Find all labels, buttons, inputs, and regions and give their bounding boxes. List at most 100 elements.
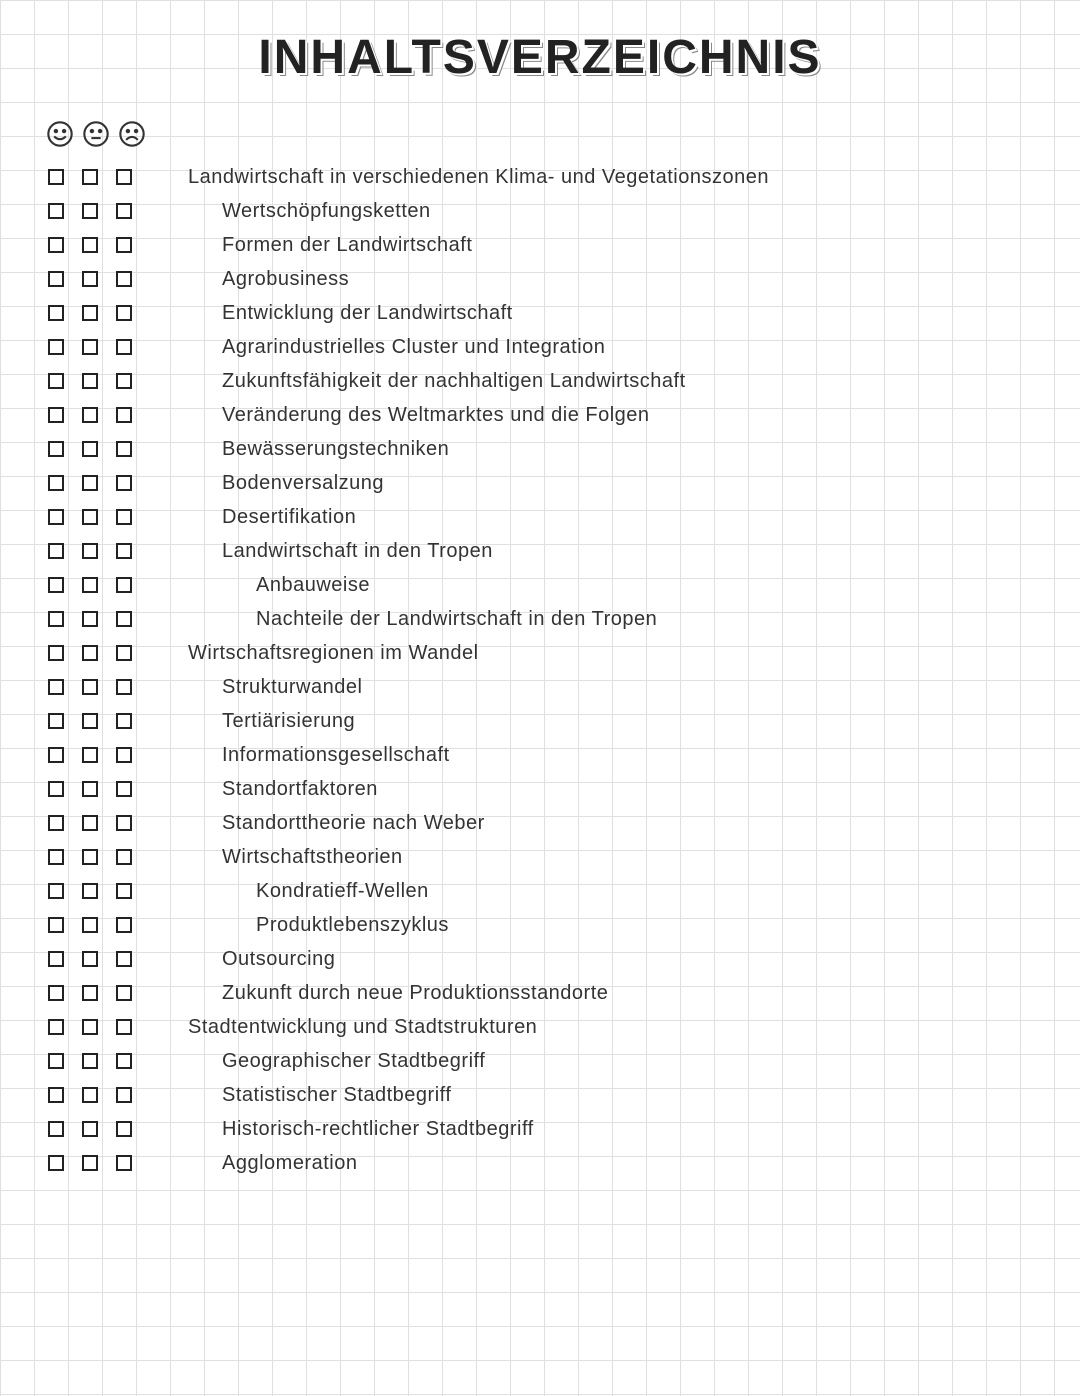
checkbox[interactable] [48,543,64,559]
checkbox[interactable] [116,407,132,423]
checkbox-group [0,1019,180,1035]
checkbox-group [0,781,180,797]
checkbox[interactable] [48,509,64,525]
checkbox[interactable] [82,917,98,933]
checkbox[interactable] [48,985,64,1001]
checkbox[interactable] [116,951,132,967]
checkbox[interactable] [116,781,132,797]
page-title: INHALTSVERZEICHNIS [0,30,1080,85]
checkbox[interactable] [116,985,132,1001]
toc-row: Standorttheorie nach Weber [0,806,1080,840]
checkbox[interactable] [116,441,132,457]
checkbox[interactable] [82,305,98,321]
checkbox[interactable] [48,1087,64,1103]
checkbox[interactable] [116,747,132,763]
checkbox[interactable] [48,951,64,967]
checkbox[interactable] [48,1155,64,1171]
checkbox[interactable] [116,849,132,865]
checkbox[interactable] [48,1121,64,1137]
checkbox[interactable] [82,883,98,899]
checkbox[interactable] [82,203,98,219]
checkbox[interactable] [82,441,98,457]
checkbox[interactable] [82,1019,98,1035]
checkbox[interactable] [82,645,98,661]
checkbox[interactable] [116,1053,132,1069]
checkbox[interactable] [82,475,98,491]
checkbox[interactable] [82,509,98,525]
checkbox[interactable] [116,169,132,185]
checkbox[interactable] [116,577,132,593]
checkbox[interactable] [82,1087,98,1103]
checkbox[interactable] [48,917,64,933]
checkbox[interactable] [82,1155,98,1171]
checkbox[interactable] [48,1019,64,1035]
checkbox[interactable] [48,237,64,253]
checkbox[interactable] [116,1019,132,1035]
checkbox[interactable] [82,951,98,967]
checkbox[interactable] [48,339,64,355]
checkbox[interactable] [116,679,132,695]
checkbox[interactable] [82,1121,98,1137]
checkbox[interactable] [48,815,64,831]
checkbox[interactable] [116,203,132,219]
checkbox[interactable] [82,1053,98,1069]
checkbox[interactable] [116,645,132,661]
checkbox[interactable] [82,339,98,355]
checkbox[interactable] [82,713,98,729]
checkbox[interactable] [116,305,132,321]
checkbox[interactable] [82,237,98,253]
toc-row: Veränderung des Weltmarktes und die Folg… [0,398,1080,432]
rating-header [46,120,146,148]
checkbox[interactable] [48,373,64,389]
checkbox[interactable] [48,611,64,627]
checkbox[interactable] [82,611,98,627]
checkbox[interactable] [116,237,132,253]
checkbox[interactable] [48,679,64,695]
checkbox[interactable] [116,475,132,491]
checkbox[interactable] [116,543,132,559]
checkbox[interactable] [82,679,98,695]
checkbox[interactable] [48,883,64,899]
checkbox[interactable] [48,441,64,457]
checkbox[interactable] [48,713,64,729]
checkbox[interactable] [48,849,64,865]
checkbox[interactable] [48,1053,64,1069]
checkbox[interactable] [116,917,132,933]
checkbox[interactable] [116,1155,132,1171]
checkbox[interactable] [48,645,64,661]
checkbox[interactable] [116,339,132,355]
checkbox[interactable] [48,407,64,423]
checkbox[interactable] [82,407,98,423]
checkbox[interactable] [48,475,64,491]
checkbox[interactable] [48,747,64,763]
checkbox[interactable] [48,781,64,797]
checkbox[interactable] [82,985,98,1001]
checkbox[interactable] [116,611,132,627]
checkbox[interactable] [82,849,98,865]
checkbox[interactable] [82,271,98,287]
checkbox[interactable] [48,271,64,287]
toc-row: Stadtentwicklung und Stadtstrukturen [0,1010,1080,1044]
checkbox[interactable] [82,781,98,797]
checkbox[interactable] [82,577,98,593]
checkbox[interactable] [82,543,98,559]
checkbox[interactable] [116,509,132,525]
checkbox[interactable] [82,815,98,831]
checkbox[interactable] [116,883,132,899]
toc-row: Landwirtschaft in den Tropen [0,534,1080,568]
checkbox[interactable] [116,1121,132,1137]
checkbox[interactable] [82,747,98,763]
checkbox[interactable] [82,169,98,185]
checkbox-group [0,577,180,593]
checkbox[interactable] [116,373,132,389]
checkbox[interactable] [48,203,64,219]
checkbox[interactable] [116,271,132,287]
checkbox[interactable] [48,169,64,185]
checkbox[interactable] [116,815,132,831]
checkbox[interactable] [116,1087,132,1103]
checkbox[interactable] [116,713,132,729]
toc-list: Landwirtschaft in verschiedenen Klima- u… [0,160,1080,1180]
checkbox[interactable] [48,577,64,593]
checkbox[interactable] [82,373,98,389]
checkbox[interactable] [48,305,64,321]
